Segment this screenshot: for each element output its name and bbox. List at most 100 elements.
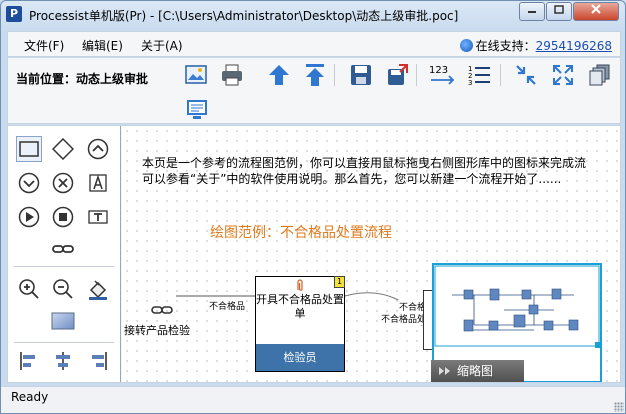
link-tool[interactable] xyxy=(50,236,76,262)
monitor-icon xyxy=(187,100,207,119)
palette-divider xyxy=(14,342,114,343)
expand-icon xyxy=(553,65,573,85)
overview-tab[interactable]: 缩略图 xyxy=(431,360,524,382)
app-logo-icon: P xyxy=(6,6,22,22)
image-icon xyxy=(185,65,207,84)
current-location: 当前位置：动态上级审批 xyxy=(16,72,149,86)
arrow-up-icon xyxy=(269,65,289,85)
toolbar-separator xyxy=(416,64,417,86)
play-arrow-icon xyxy=(439,367,444,375)
fill-color-icon xyxy=(89,280,107,300)
arrow-up-top-icon xyxy=(306,64,324,86)
fill-color-button[interactable] xyxy=(85,276,111,302)
overview-tab-label: 缩略图 xyxy=(457,364,494,378)
title-bar: P Processist单机版(Pr) - [C:\Users\Administ… xyxy=(1,1,625,29)
globe-icon xyxy=(459,39,473,52)
diagram-canvas[interactable]: 本页是一个参考的流程图范例，你可以直接用鼠标拖曳右侧图形库中的图标来完成流 可以… xyxy=(122,126,620,382)
save-icon xyxy=(351,65,371,85)
resize-grip-icon[interactable] xyxy=(614,402,624,412)
maximize-button[interactable] xyxy=(546,2,572,21)
shrink-button[interactable] xyxy=(512,61,540,89)
rectangle-tool[interactable] xyxy=(16,136,42,162)
palette-divider xyxy=(14,266,114,267)
text-a-tool[interactable] xyxy=(85,170,111,196)
align-center-button[interactable] xyxy=(50,348,76,374)
work-area: 本页是一个参考的流程图范例，你可以直接用鼠标拖曳右侧图形库中的图标来完成流 可以… xyxy=(7,125,621,383)
expand-button[interactable] xyxy=(549,61,577,89)
svg-text:3: 3 xyxy=(468,79,472,87)
minimize-icon xyxy=(528,11,536,13)
align-left-button[interactable] xyxy=(16,348,42,374)
close-icon xyxy=(591,4,601,14)
text-t-tool[interactable] xyxy=(85,204,111,230)
x-circle-tool-icon xyxy=(52,172,74,194)
process-role: 检验员 xyxy=(256,344,344,371)
zoom-out-button[interactable] xyxy=(50,276,76,302)
numbered-list-icon: 123 xyxy=(468,65,490,87)
menu-about[interactable]: 关于(A) xyxy=(141,37,183,54)
x-circle-tool[interactable] xyxy=(50,170,76,196)
diamond-tool-icon xyxy=(52,138,74,160)
down-circle-tool-icon xyxy=(18,172,40,194)
up-circle-tool[interactable] xyxy=(85,136,111,162)
menu-bar: 文件(F) 编辑(E) 关于(A) 在线支持：2954196268 xyxy=(7,31,621,57)
play-circle-tool[interactable] xyxy=(16,204,42,230)
copy-pages-icon xyxy=(589,64,610,86)
zoom-out-icon xyxy=(53,279,73,299)
shape-palette xyxy=(8,126,121,382)
toolbar-separator xyxy=(500,64,501,86)
toolbar: 当前位置：动态上级审批 123 123 xyxy=(7,58,621,124)
export-image-button[interactable] xyxy=(182,61,210,89)
toolbar-separator xyxy=(334,64,335,86)
print-button[interactable] xyxy=(218,61,246,89)
present-button[interactable] xyxy=(183,96,211,124)
auto-number-button[interactable]: 123 xyxy=(426,61,460,89)
window-title: Processist单机版(Pr) - [C:\Users\Administra… xyxy=(29,9,459,23)
numbering-icon: 123 xyxy=(429,65,455,85)
menu-file[interactable]: 文件(F) xyxy=(24,37,64,54)
align-right-button[interactable] xyxy=(85,348,111,374)
move-top-button[interactable] xyxy=(301,61,329,89)
menu-edit[interactable]: 编辑(E) xyxy=(82,37,123,54)
diamond-tool[interactable] xyxy=(50,136,76,162)
color-swatch-button[interactable] xyxy=(50,308,76,334)
align-center-icon xyxy=(56,352,70,370)
online-support: 在线支持：2954196268 xyxy=(459,37,612,54)
play-circle-tool-icon xyxy=(18,206,40,228)
edge-label-1: 不合格品 xyxy=(208,299,247,312)
stop-circle-tool[interactable] xyxy=(50,204,76,230)
zoom-in-button[interactable] xyxy=(16,276,42,302)
attachment-icon xyxy=(297,279,303,291)
align-left-icon xyxy=(20,352,35,370)
align-right-icon xyxy=(92,352,107,370)
play-arrow-icon xyxy=(445,367,450,375)
numbering-label: 123 xyxy=(429,65,448,76)
status-bar: Ready xyxy=(1,386,625,413)
color-swatch-icon xyxy=(51,312,75,330)
close-button[interactable] xyxy=(573,2,619,21)
print-icon xyxy=(222,64,242,86)
save-as-icon xyxy=(388,64,408,85)
link-node[interactable] xyxy=(150,302,176,321)
zoom-in-icon xyxy=(19,279,39,299)
move-up-button[interactable] xyxy=(265,61,293,89)
status-text: Ready xyxy=(11,390,49,404)
link-node-icon xyxy=(151,306,173,314)
link-node-label: 接转产品检验 xyxy=(124,324,190,337)
app-window: P Processist单机版(Pr) - [C:\Users\Administ… xyxy=(0,0,626,414)
pages-button[interactable] xyxy=(586,61,614,89)
support-label: 在线支持： xyxy=(475,39,536,53)
maximize-icon xyxy=(554,5,564,14)
up-circle-tool-icon xyxy=(87,138,109,160)
numbered-list-button[interactable]: 123 xyxy=(465,61,493,89)
process-badge: 1 xyxy=(334,276,345,288)
text-t-tool-icon xyxy=(88,210,108,224)
rectangle-tool-icon xyxy=(19,141,39,157)
process-title: 开具不合格品处置单 xyxy=(256,293,344,320)
process-node[interactable]: 1 开具不合格品处置单 检验员 xyxy=(255,276,345,372)
support-number-link[interactable]: 2954196268 xyxy=(536,39,612,53)
save-button[interactable] xyxy=(347,61,375,89)
save-as-button[interactable] xyxy=(383,61,411,89)
minimize-button[interactable] xyxy=(519,2,545,21)
down-circle-tool[interactable] xyxy=(16,170,42,196)
